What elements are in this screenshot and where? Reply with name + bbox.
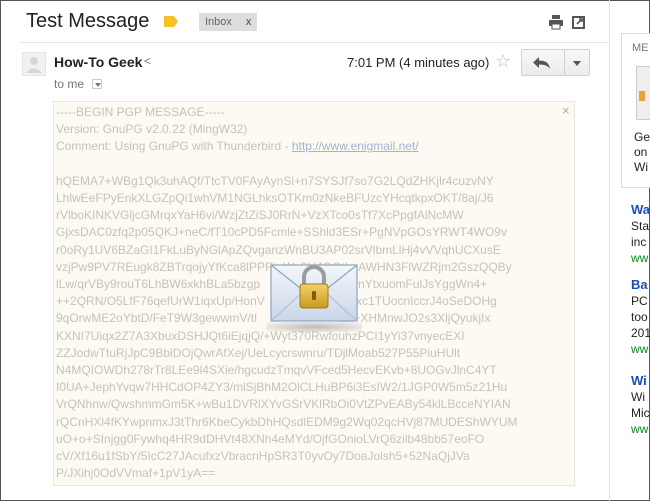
ad-1-url: ww xyxy=(631,251,649,265)
card-text: Ge on Wi xyxy=(634,130,650,175)
card-line-1: Ge xyxy=(634,130,650,144)
card-heading: ME xyxy=(632,42,649,54)
inbox-label-text: Inbox xyxy=(205,16,232,28)
card-line-2: on xyxy=(634,145,648,159)
avatar xyxy=(22,52,46,76)
ad-1-title[interactable]: Wa xyxy=(631,202,650,218)
lock-envelope-icon[interactable] xyxy=(269,261,359,323)
ad-1[interactable]: Wa Sta inc ww xyxy=(631,202,650,266)
pgp-body-line: rVlboKINKVGljcGMrqxYaH6vi/WzjZtZiSJ0RrN+… xyxy=(56,208,464,223)
sender-email: < xyxy=(144,54,152,68)
pgp-body-line: N4MQIOWDh278rTr8LEe9l4SXie/hgcudzTmqvVFc… xyxy=(56,363,497,378)
right-panel-card: ME Ge on Wi xyxy=(621,33,650,188)
pgp-body-line: P/JXihj0OdVVmaf+1pV1yA== xyxy=(56,466,216,481)
ad-3-title[interactable]: Wi xyxy=(631,373,650,389)
subject-title: Test Message xyxy=(26,10,150,32)
ad-1-line-1: Sta xyxy=(631,219,650,233)
right-panel-divider xyxy=(609,0,610,501)
sender-name[interactable]: How-To Geek xyxy=(54,54,142,70)
ad-2-line-2: too xyxy=(631,310,648,324)
close-icon[interactable]: × xyxy=(562,103,570,118)
pgp-body-line: rQCnHXl4fKYwpnmxJ3tThr6KbeCykbDhHQsdlEDM… xyxy=(56,414,518,429)
pgp-body-line: GjxsDAC0zfq2p05QKJ+neC/fT10cPD5Fcmle+SSh… xyxy=(56,225,507,240)
remove-label-button[interactable]: x xyxy=(246,16,252,28)
new-window-icon[interactable] xyxy=(571,14,587,30)
message-time: 7:01 PM (4 minutes ago) xyxy=(347,55,490,70)
ad-3-url: ww xyxy=(631,422,649,436)
pgp-body-line: VrQNhnw/QwshmmGm5K+wBu1DVRlXYvGSrVKlRbOi… xyxy=(56,397,511,412)
ad-3[interactable]: Wi Wi Mic ww xyxy=(631,373,650,437)
enigmail-link[interactable]: http://www.enigmail.net/ xyxy=(292,139,419,153)
pgp-body-line: =LPo0 xyxy=(56,482,517,485)
details-chevron-icon xyxy=(95,83,101,87)
pgp-body-line xyxy=(56,156,517,173)
star-icon[interactable]: ☆ xyxy=(495,51,511,72)
label-icon[interactable] xyxy=(164,16,178,27)
ad-1-line-2: inc xyxy=(631,235,647,249)
reply-button[interactable] xyxy=(521,49,565,76)
pgp-comment-prefix: Comment: Using GnuPG with Thunderbird - xyxy=(56,139,292,154)
inbox-label-chip[interactable]: Inbox x xyxy=(199,13,258,31)
pgp-version-line: Version: GnuPG v2.0.22 (MingW32) xyxy=(56,122,248,137)
ad-2-line-3: 201 xyxy=(631,326,650,340)
pgp-body-line: LhlwEeFPyEnkXLGZpQi1whVM1NGLhksOTKm0zNke… xyxy=(56,191,494,206)
card-thumbnail xyxy=(636,66,650,120)
more-options-button[interactable] xyxy=(564,49,590,76)
ad-2-url: ww xyxy=(631,342,649,356)
chevron-down-icon xyxy=(573,61,581,66)
envelope-shadow xyxy=(266,322,362,332)
pgp-body-line: r0oRy1UV6BZaGI1FkLuByNGlApZQvganzWnBU3AP… xyxy=(56,242,501,257)
avatar-silhouette-icon xyxy=(26,57,42,73)
ad-3-line-1: Wi xyxy=(631,390,645,404)
pgp-body-line: ZZJodwTtuRjJpC9BblDOjQwrAfXej/UeLcycrswn… xyxy=(56,345,461,360)
recipient-text: to me xyxy=(54,77,85,91)
pgp-begin-line: -----BEGIN PGP MESSAGE----- xyxy=(56,105,225,119)
header-divider xyxy=(19,42,609,43)
ad-2-title[interactable]: Ba xyxy=(631,277,650,293)
card-line-3: Wi xyxy=(634,160,648,174)
print-icon[interactable] xyxy=(548,14,564,30)
reply-icon xyxy=(533,57,550,69)
pgp-body-line: uO+o+SInjgg0Fywhq4HR9dDHVt48XNh4eMYd/Ojf… xyxy=(56,431,485,446)
pgp-body-line: hQEMA7+WBg1Qk3uhAQf/TtcTV0FAyAynSi+n7SYS… xyxy=(56,173,494,188)
pgp-body-line: cV/Xf16u1fSbY/5IcC27JAcufxzVbracnHpSR3T0… xyxy=(56,449,470,464)
recipient-details-dropdown[interactable] xyxy=(92,79,102,89)
pgp-body-line: I0UA+JephYvqw7HHCdOP4ZY3/mlSjBhM2OlCLHuB… xyxy=(56,380,508,395)
ad-2-line-1: PC xyxy=(631,294,648,308)
ad-2[interactable]: Ba PC too 201 ww xyxy=(631,277,650,357)
pgp-comment-line: Comment: Using GnuPG with Thunderbird - … xyxy=(56,138,517,155)
ad-3-line-2: Mic xyxy=(631,406,650,420)
thumbnail-accent xyxy=(639,91,645,101)
